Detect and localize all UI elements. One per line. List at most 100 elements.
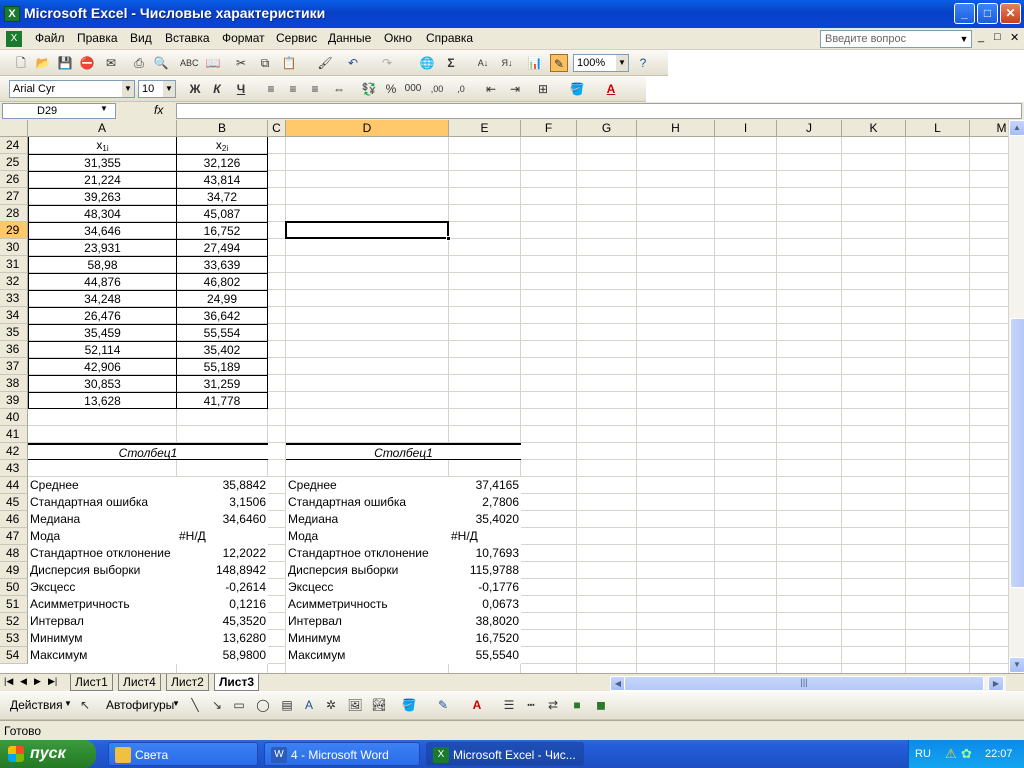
horizontal-scrollbar[interactable]: ◀ ||| ▶ [610, 676, 1006, 691]
stats-label[interactable]: Стандартная ошибка [28, 494, 177, 511]
language-indicator[interactable]: RU [915, 740, 931, 768]
hyperlink-icon[interactable]: 🌐 [418, 54, 436, 72]
chevron-down-icon[interactable]: ▼ [616, 55, 628, 71]
worksheet-grid[interactable]: A B C D E F G H I J K L M 24 25 26 27 28 29 30 31 32 33 34 35 36 3… [0, 120, 1008, 673]
stats-label[interactable]: Интервал [286, 613, 449, 630]
sort-ascending-icon[interactable]: A↓ [474, 54, 492, 72]
row-header[interactable]: 34 [0, 307, 28, 324]
row-header[interactable]: 45 [0, 494, 28, 511]
data-cell-x2[interactable]: 36,642 [177, 307, 268, 324]
row-header[interactable]: 53 [0, 630, 28, 647]
diagram-icon[interactable]: ✲ [322, 696, 340, 714]
workbook-icon[interactable]: X [6, 31, 22, 47]
paste-icon[interactable]: 📋 [280, 54, 298, 72]
chevron-down-icon[interactable]: ▼ [172, 699, 180, 708]
data-cell-x1[interactable]: 30,853 [28, 375, 177, 392]
row-header[interactable]: 43 [0, 460, 28, 477]
doc-minimize-button[interactable]: _ [978, 31, 984, 43]
doc-restore-button[interactable]: □ [994, 31, 1001, 43]
data-cell-x1[interactable]: 23,931 [28, 239, 177, 256]
menu-format[interactable]: Формат [222, 31, 265, 45]
select-all-corner[interactable] [0, 120, 28, 137]
stats-label[interactable]: Эксцесс [286, 579, 449, 596]
row-header[interactable]: 32 [0, 273, 28, 290]
row-header[interactable]: 54 [0, 647, 28, 664]
stats-value[interactable]: #Н/Д [177, 528, 268, 545]
italic-button[interactable]: К [208, 80, 226, 98]
row-header[interactable]: 48 [0, 545, 28, 562]
font-color-icon[interactable]: A [602, 80, 620, 98]
row-header[interactable]: 40 [0, 409, 28, 426]
stats-label[interactable]: Мода [286, 528, 449, 545]
minimize-button[interactable]: _ [954, 3, 975, 24]
data-cell-x1[interactable]: 58,98 [28, 256, 177, 273]
save-icon[interactable]: 💾 [56, 54, 74, 72]
spelling-icon[interactable]: ABC [180, 54, 199, 72]
stats-label[interactable]: Мода [28, 528, 177, 545]
3d-style-icon[interactable]: ◼ [592, 696, 610, 714]
thousands-button[interactable]: 000 [404, 80, 422, 98]
data-cell-x1[interactable]: 26,476 [28, 307, 177, 324]
stats-value[interactable]: 37,4165 [449, 477, 521, 494]
horizontal-scroll-thumb[interactable]: ||| [624, 676, 984, 691]
stats-value[interactable]: 16,7520 [449, 630, 521, 647]
stats-value[interactable]: 55,5540 [449, 647, 521, 664]
column-header-l[interactable]: L [906, 120, 970, 137]
redo-icon[interactable]: ↷ [378, 54, 396, 72]
taskbar-item-word[interactable]: W 4 - Microsoft Word [264, 742, 420, 766]
data-cell-x2[interactable]: 43,814 [177, 171, 268, 188]
data-cell-x2[interactable]: 46,802 [177, 273, 268, 290]
font-color-icon[interactable]: A [468, 696, 486, 714]
help-icon[interactable]: ? [634, 54, 652, 72]
row-header[interactable]: 36 [0, 341, 28, 358]
stats-label[interactable]: Медиана [286, 511, 449, 528]
borders-icon[interactable]: ⊞ [534, 80, 552, 98]
select-objects-icon[interactable]: ↖ [76, 696, 94, 714]
prev-sheet-icon[interactable]: ◀ [20, 676, 27, 687]
menu-data[interactable]: Данные [328, 31, 371, 45]
column-header-m[interactable]: M [970, 120, 1008, 137]
decrease-decimal-button[interactable]: ,0 [452, 80, 470, 98]
shadow-style-icon[interactable]: ■ [568, 696, 586, 714]
stats-value[interactable]: 10,7693 [449, 545, 521, 562]
data-cell-x2[interactable]: 45,087 [177, 205, 268, 222]
maximize-button[interactable]: □ [977, 3, 998, 24]
stats-label[interactable]: Дисперсия выборки [28, 562, 177, 579]
menu-view[interactable]: Вид [130, 31, 152, 45]
data-cell-x1[interactable]: 31,355 [28, 154, 177, 171]
stats-value[interactable]: 2,7806 [449, 494, 521, 511]
data-cell-x2[interactable]: 16,752 [177, 222, 268, 239]
column-header-j[interactable]: J [777, 120, 842, 137]
actions-menu[interactable]: Действия [10, 698, 63, 712]
stats-value[interactable]: -0,2614 [177, 579, 268, 596]
active-cell-d29[interactable] [285, 221, 449, 239]
column-header-f[interactable]: F [521, 120, 577, 137]
fill-color-icon[interactable]: 🪣 [400, 696, 418, 714]
column-header-h[interactable]: H [637, 120, 715, 137]
undo-icon[interactable]: ↶ [344, 54, 362, 72]
increase-decimal-button[interactable]: ,00 [428, 80, 446, 98]
copy-icon[interactable]: ⧉ [256, 54, 274, 72]
row-header[interactable]: 26 [0, 171, 28, 188]
textbox-icon[interactable]: ▤ [278, 696, 296, 714]
underline-button[interactable]: Ч [232, 80, 250, 98]
row-header[interactable]: 42 [0, 443, 28, 460]
sheet-tab-3-active[interactable]: Лист3 [214, 674, 260, 691]
row-header[interactable]: 29 [0, 222, 28, 239]
stats-value[interactable]: 12,2022 [177, 545, 268, 562]
taskbar-item-folder[interactable]: Света [108, 742, 258, 766]
dash-style-icon[interactable]: ┅ [522, 696, 540, 714]
row-header[interactable]: 49 [0, 562, 28, 579]
arrow-icon[interactable]: ↘ [208, 696, 226, 714]
chevron-down-icon[interactable]: ▼ [122, 81, 134, 97]
chart-wizard-icon[interactable]: 📊 [526, 54, 544, 72]
menu-window[interactable]: Окно [384, 31, 412, 45]
column-header-x2[interactable]: x2i [177, 137, 268, 154]
font-name-select[interactable]: Arial Cyr ▼ [9, 80, 135, 98]
data-cell-x2[interactable]: 32,126 [177, 154, 268, 171]
open-folder-icon[interactable]: 📂 [34, 54, 52, 72]
row-header[interactable]: 38 [0, 375, 28, 392]
stats-value[interactable]: 0,0673 [449, 596, 521, 613]
new-document-icon[interactable]: 🗋 [12, 54, 30, 72]
chevron-down-icon[interactable]: ▼ [958, 31, 970, 47]
